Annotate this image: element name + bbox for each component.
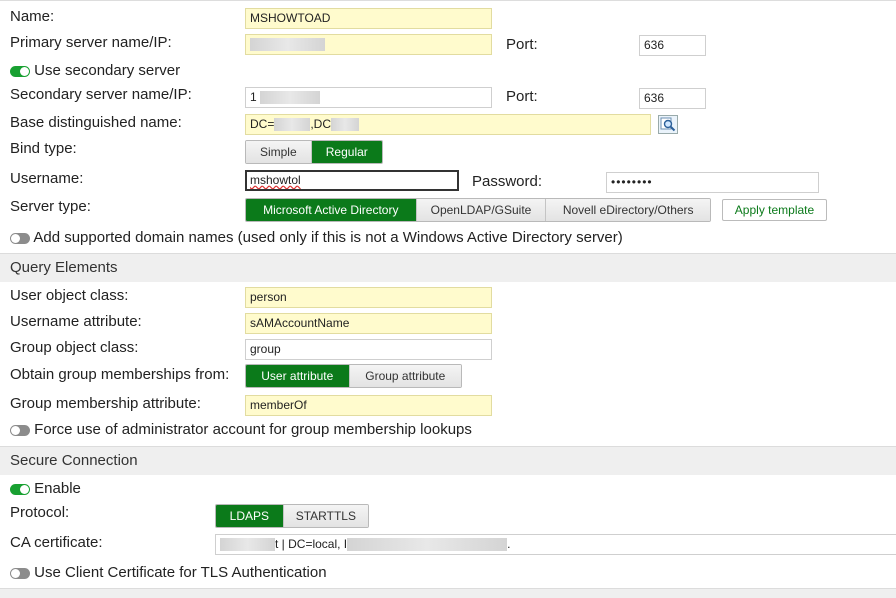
password-field[interactable]: •••••••• xyxy=(606,172,819,193)
domain-names-toggle-label: Add supported domain names (used only if… xyxy=(33,229,623,246)
secondary-server-toggle-row[interactable]: Use secondary server xyxy=(10,62,180,79)
server-type-novell[interactable]: Novell eDirectory/Others xyxy=(546,199,710,221)
enable-toggle-label: Enable xyxy=(34,480,81,497)
toggle-off-icon[interactable] xyxy=(10,567,30,579)
base-dn-label: Base distinguished name: xyxy=(10,114,182,131)
redacted-value xyxy=(274,118,311,132)
secondary-port-field[interactable]: 636 xyxy=(639,88,706,109)
membership-user-attribute[interactable]: User attribute xyxy=(246,365,350,387)
group-membership-attribute-field[interactable]: memberOf xyxy=(245,395,492,416)
toggle-off-icon[interactable] xyxy=(10,232,30,244)
name-field[interactable]: MSHOWTOAD xyxy=(245,8,492,29)
username-attribute-label: Username attribute: xyxy=(10,313,142,330)
query-elements-title: Query Elements xyxy=(10,259,118,276)
bind-type-simple[interactable]: Simple xyxy=(246,141,312,163)
membership-group-attribute[interactable]: Group attribute xyxy=(349,365,461,387)
ca-certificate-value-part2: . xyxy=(507,537,511,551)
secondary-server-field[interactable]: 1 xyxy=(245,87,492,108)
user-object-class-field[interactable]: person xyxy=(245,287,492,308)
next-section-header xyxy=(0,588,896,598)
redacted-value xyxy=(347,538,508,552)
group-memberships-label: Obtain group memberships from: xyxy=(10,366,230,383)
group-memberships-selector[interactable]: User attribute Group attribute xyxy=(245,364,462,388)
bind-type-selector[interactable]: Simple Regular xyxy=(245,140,383,164)
toggle-on-icon[interactable] xyxy=(10,483,30,495)
secure-connection-title: Secure Connection xyxy=(10,452,138,469)
primary-port-field[interactable]: 636 xyxy=(639,35,706,56)
domain-names-toggle-row[interactable]: Add supported domain names (used only if… xyxy=(10,229,623,246)
server-type-selector[interactable]: Microsoft Active Directory OpenLDAP/GSui… xyxy=(245,198,711,222)
protocol-starttls[interactable]: STARTTLS xyxy=(283,505,368,527)
apply-template-button[interactable]: Apply template xyxy=(722,199,827,221)
server-type-label: Server type: xyxy=(10,198,91,215)
server-type-openldap[interactable]: OpenLDAP/GSuite xyxy=(416,199,547,221)
name-label: Name: xyxy=(10,8,55,25)
server-type-microsoft-ad[interactable]: Microsoft Active Directory xyxy=(246,199,417,221)
secure-connection-header: Secure Connection xyxy=(0,446,896,475)
protocol-ldaps[interactable]: LDAPS xyxy=(216,505,284,527)
redacted-value xyxy=(220,538,275,552)
protocol-label: Protocol: xyxy=(10,504,70,521)
group-membership-attribute-label: Group membership attribute: xyxy=(10,395,201,412)
primary-server-label: Primary server name/IP: xyxy=(10,34,172,51)
primary-port-label: Port: xyxy=(506,36,538,53)
client-certificate-toggle-row[interactable]: Use Client Certificate for TLS Authentic… xyxy=(10,564,327,581)
secondary-server-value: 1 xyxy=(250,90,257,104)
force-admin-toggle-label: Force use of administrator account for g… xyxy=(34,421,472,438)
username-field[interactable]: mshowtol xyxy=(245,170,459,191)
bind-type-label: Bind type: xyxy=(10,140,77,157)
redacted-value xyxy=(259,91,320,105)
query-elements-header: Query Elements xyxy=(0,253,896,282)
force-admin-toggle-row[interactable]: Force use of administrator account for g… xyxy=(10,421,472,438)
top-divider xyxy=(0,0,896,1)
secondary-server-label: Secondary server name/IP: xyxy=(10,86,192,103)
password-label: Password: xyxy=(472,173,543,190)
ca-certificate-field[interactable]: t | DC=local, I. xyxy=(215,534,896,555)
group-object-class-label: Group object class: xyxy=(10,339,139,356)
group-object-class-field[interactable]: group xyxy=(245,339,492,360)
browse-search-icon[interactable] xyxy=(658,115,678,134)
toggle-on-icon[interactable] xyxy=(10,65,30,77)
redacted-value xyxy=(250,38,325,52)
ca-certificate-label: CA certificate: xyxy=(10,534,103,551)
secondary-server-toggle-label: Use secondary server xyxy=(34,62,181,79)
ca-certificate-value-part1: t | DC=local, I xyxy=(275,537,348,551)
base-dn-part2: ,DC xyxy=(310,117,332,131)
base-dn-part1: DC= xyxy=(250,117,275,131)
username-label: Username: xyxy=(10,170,84,187)
client-certificate-toggle-label: Use Client Certificate for TLS Authentic… xyxy=(34,564,327,581)
secondary-port-label: Port: xyxy=(506,88,538,105)
toggle-off-icon[interactable] xyxy=(10,424,30,436)
base-dn-field[interactable]: DC= ,DC xyxy=(245,114,651,135)
bind-type-regular[interactable]: Regular xyxy=(311,141,382,163)
user-object-class-label: User object class: xyxy=(10,287,129,304)
enable-toggle-row[interactable]: Enable xyxy=(10,480,81,497)
primary-server-field[interactable] xyxy=(245,34,492,55)
username-attribute-field[interactable]: sAMAccountName xyxy=(245,313,492,334)
redacted-value xyxy=(331,118,360,132)
protocol-selector[interactable]: LDAPS STARTTLS xyxy=(215,504,369,528)
